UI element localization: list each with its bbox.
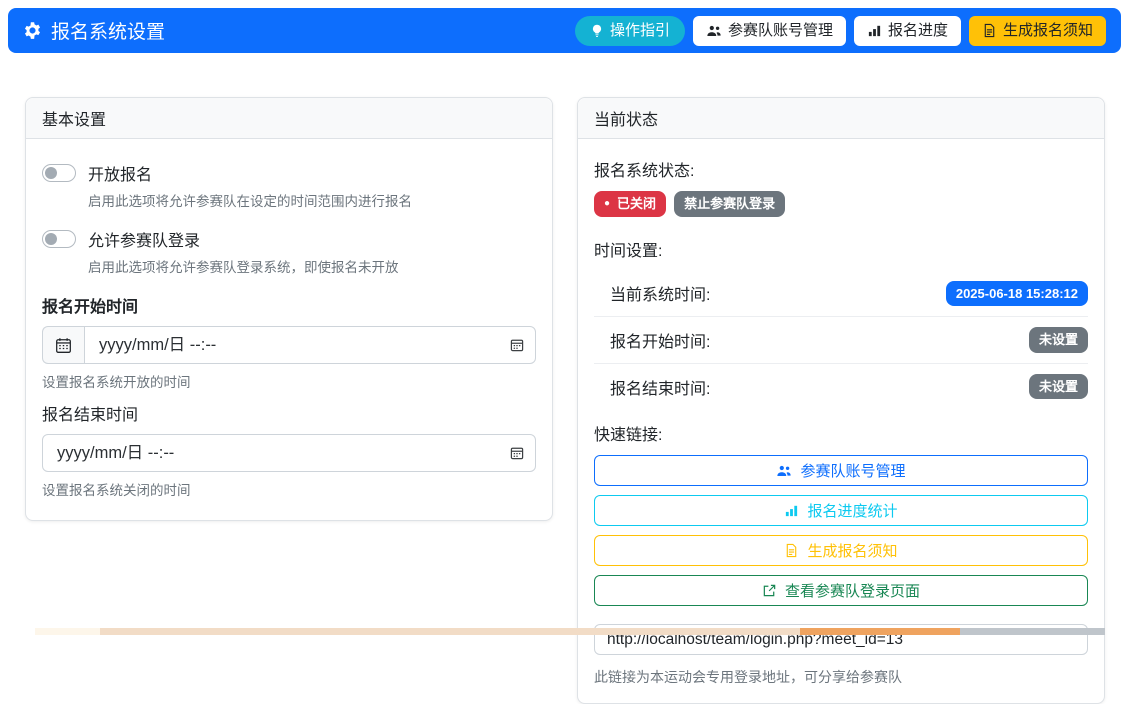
end-time-field-wrap: [42, 434, 536, 472]
allow-team-login-toggle[interactable]: [42, 230, 76, 248]
quick-link-generate-notice[interactable]: 生成报名须知: [594, 535, 1088, 566]
open-registration-toggle-row: 开放报名: [42, 161, 536, 185]
end-time-input[interactable]: [42, 434, 536, 472]
open-registration-desc: 启用此选项将允许参赛队在设定的时间范围内进行报名: [88, 190, 536, 210]
quick-link-view-login-page[interactable]: 查看参赛队登录页面: [594, 575, 1088, 606]
time-settings-rows: 当前系统时间: 2025-06-18 15:28:12 报名开始时间: 未设置 …: [594, 271, 1088, 410]
lightbulb-icon: [590, 24, 604, 38]
start-time-field-wrap: [84, 326, 536, 364]
end-time-status-row: 报名结束时间: 未设置: [594, 364, 1088, 410]
start-time-status-badge: 未设置: [1029, 327, 1088, 353]
open-registration-label: 开放报名: [88, 161, 152, 185]
below-fold-strip: [35, 628, 1105, 635]
allow-team-login-desc: 启用此选项将允许参赛队登录系统，即使报名未开放: [88, 256, 536, 276]
end-time-label: 报名结束时间: [42, 401, 536, 425]
top-bar: 报名系统设置 操作指引 参赛队账号管理: [8, 8, 1121, 53]
date-picker-icon[interactable]: [510, 338, 524, 352]
file-text-icon: [982, 23, 997, 38]
basic-settings-header: 基本设置: [26, 98, 552, 139]
current-system-time-row: 当前系统时间: 2025-06-18 15:28:12: [594, 271, 1088, 318]
current-status-body: 报名系统状态: ● 已关闭 禁止参赛队登录 时间设置: 当前系统时间: 2025…: [578, 139, 1104, 703]
calendar-addon-icon: [42, 326, 84, 364]
people-icon: [706, 23, 722, 39]
quick-links-label: 快速链接:: [594, 421, 1088, 445]
page-title: 报名系统设置: [51, 17, 165, 44]
top-bar-actions: 操作指引 参赛队账号管理 报名进度: [575, 16, 1106, 46]
end-time-status-label: 报名结束时间:: [610, 375, 710, 399]
current-system-time-badge: 2025-06-18 15:28:12: [946, 281, 1088, 307]
quick-link-progress-stats[interactable]: 报名进度统计: [594, 495, 1088, 526]
page-title-group: 报名系统设置: [23, 17, 165, 44]
circle-fill-icon: ●: [604, 199, 610, 209]
allow-team-login-label: 允许参赛队登录: [88, 227, 200, 251]
system-status-label: 报名系统状态:: [594, 157, 1088, 181]
basic-settings-card: 基本设置 开放报名 启用此选项将允许参赛队在设定的时间范围内进行报名 允许参赛队…: [25, 97, 553, 521]
gear-icon: [23, 21, 42, 40]
quick-link-team-accounts[interactable]: 参赛队账号管理: [594, 455, 1088, 486]
team-account-manage-button[interactable]: 参赛队账号管理: [693, 16, 846, 46]
allow-team-login-toggle-row: 允许参赛队登录: [42, 227, 536, 251]
end-time-help: 设置报名系统关闭的时间: [42, 479, 536, 499]
status-badge-closed: ● 已关闭: [594, 191, 666, 217]
start-time-status-row: 报名开始时间: 未设置: [594, 317, 1088, 364]
current-status-card: 当前状态 报名系统状态: ● 已关闭 禁止参赛队登录 时间设置: 当前系统时间:…: [577, 97, 1105, 704]
status-badge-login-forbidden: 禁止参赛队登录: [674, 191, 785, 217]
external-link-icon: [762, 583, 777, 598]
end-time-status-badge: 未设置: [1029, 374, 1088, 400]
current-system-time-label: 当前系统时间:: [610, 281, 710, 305]
open-registration-toggle[interactable]: [42, 164, 76, 182]
people-icon: [776, 463, 792, 479]
current-status-header: 当前状态: [578, 98, 1104, 139]
basic-settings-body: 开放报名 启用此选项将允许参赛队在设定的时间范围内进行报名 允许参赛队登录 启用…: [26, 139, 552, 520]
start-time-input-group: [42, 326, 536, 364]
bar-chart-icon: [784, 503, 799, 518]
time-settings-label: 时间设置:: [594, 237, 1088, 261]
quick-links: 参赛队账号管理 报名进度统计: [594, 455, 1088, 606]
start-time-status-label: 报名开始时间:: [610, 328, 710, 352]
guide-button[interactable]: 操作指引: [575, 16, 685, 46]
end-time-input-group: [42, 434, 536, 472]
status-badges: ● 已关闭 禁止参赛队登录: [594, 191, 1088, 217]
start-time-label: 报名开始时间: [42, 293, 536, 317]
bar-chart-icon: [867, 23, 882, 38]
main-content: 基本设置 开放报名 启用此选项将允许参赛队在设定的时间范围内进行报名 允许参赛队…: [25, 97, 1105, 704]
login-url-note: 此链接为本运动会专用登录地址，可分享给参赛队: [594, 667, 1088, 687]
file-text-icon: [784, 543, 799, 558]
start-time-input[interactable]: [84, 326, 536, 364]
registration-progress-button[interactable]: 报名进度: [854, 16, 961, 46]
generate-notice-button[interactable]: 生成报名须知: [969, 16, 1106, 46]
start-time-help: 设置报名系统开放的时间: [42, 371, 536, 391]
date-picker-icon[interactable]: [510, 446, 524, 460]
